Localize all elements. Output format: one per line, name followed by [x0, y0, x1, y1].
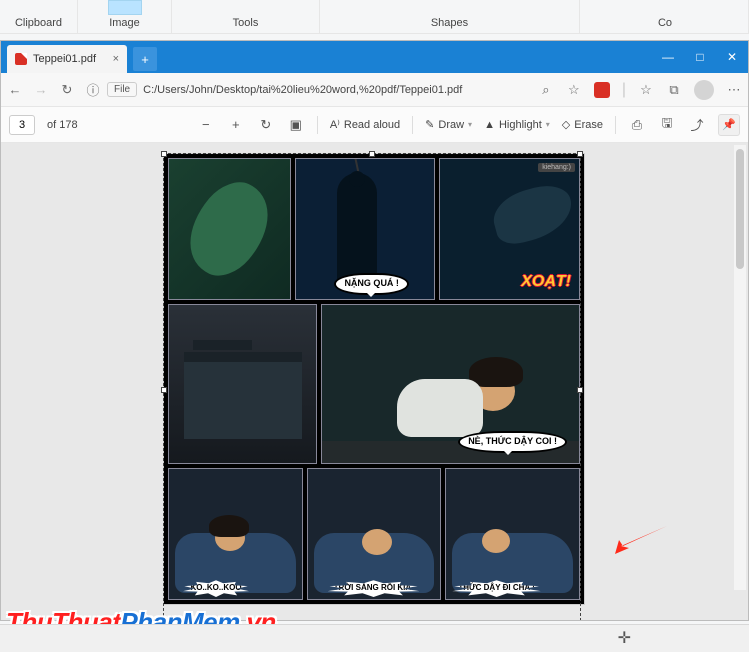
browser-tab[interactable]: Teppei01.pdf × [7, 45, 127, 73]
paint-canvas[interactable]: Teppei01.pdf × + — □ ✕ ← → ↻ ⓘ File C:/U… [0, 34, 749, 652]
tab-close-icon[interactable]: × [105, 53, 119, 65]
find-icon[interactable]: ⌕ [538, 82, 554, 98]
comic-panel: THỨC DẬY ĐI CHA ! [445, 468, 580, 600]
maximize-button[interactable]: □ [684, 41, 716, 73]
comic-content: NẶNG QUÁ ! kiehang:) XOẠT! [164, 154, 584, 604]
forward-button: → [33, 82, 49, 98]
address-bar: ← → ↻ ⓘ File C:/Users/John/Desktop/tai%2… [1, 73, 748, 107]
comic-panel [168, 304, 317, 464]
comic-panel: KO..KO..KOO [168, 468, 303, 600]
save-button[interactable]: 🖫 [658, 116, 676, 134]
print-button[interactable]: ⎙ [628, 116, 646, 134]
tab-title: Teppei01.pdf [33, 53, 96, 65]
close-button[interactable]: ✕ [716, 41, 748, 73]
ribbon-group-clipboard[interactable]: Clipboard [0, 0, 78, 33]
ribbon-group-right: Co [580, 0, 749, 33]
image-thumb-selected [108, 0, 142, 15]
pdf-icon [15, 53, 27, 65]
info-icon: ⓘ [85, 82, 101, 98]
reload-button[interactable]: ↻ [59, 82, 75, 98]
comic-panel: NÈ, THỨC DẬY COI ! [321, 304, 580, 464]
back-button[interactable]: ← [7, 82, 23, 98]
annotation-arrow [613, 524, 667, 554]
collections-icon[interactable]: ⧉ [666, 82, 682, 98]
speech-bubble: NẶNG QUÁ ! [334, 273, 409, 295]
ribbon-group-shapes[interactable]: Shapes [320, 0, 580, 33]
zoom-in-button[interactable]: + [227, 116, 245, 134]
comic-panel: kiehang:) XOẠT! [439, 158, 580, 300]
ribbon-group-tools[interactable]: Tools [172, 0, 320, 33]
erase-button[interactable]: ◇Erase [562, 118, 603, 131]
file-chip: File [107, 82, 137, 97]
highlight-button[interactable]: ▲Highlight▾ [484, 119, 550, 131]
pin-toolbar-button[interactable]: 📌 [718, 114, 740, 136]
credit-badge: kiehang:) [538, 163, 575, 172]
url-text: C:/Users/John/Desktop/tai%20lieu%20word,… [143, 84, 462, 96]
ribbon-label-image: Image [109, 17, 140, 29]
zoom-out-button[interactable]: − [197, 116, 215, 134]
pdf-page: NẶNG QUÁ ! kiehang:) XOẠT! [163, 153, 585, 605]
adblock-icon[interactable] [594, 82, 610, 98]
draw-button[interactable]: ✎Draw▾ [425, 118, 472, 131]
star-icon[interactable]: ☆ [566, 82, 582, 98]
menu-icon[interactable]: ⋯ [726, 82, 742, 98]
comic-panel: NẶNG QUÁ ! [295, 158, 436, 300]
page-count-label: of 178 [47, 119, 78, 131]
url-field[interactable]: ⓘ File C:/Users/John/Desktop/tai%20lieu%… [85, 82, 462, 98]
ribbon-group-image[interactable]: Image [78, 0, 172, 33]
profile-avatar[interactable] [694, 80, 714, 100]
favorites-icon[interactable]: ☆ [638, 82, 654, 98]
rotate-button[interactable]: ↻ [257, 116, 275, 134]
pdf-toolbar: of 178 − + ↻ ▣ A⁾Read aloud ✎Draw▾ ▲High… [1, 107, 748, 143]
window-controls: — □ ✕ [652, 41, 748, 73]
minimize-button[interactable]: — [652, 41, 684, 73]
paint-ribbon: Clipboard Image Tools Shapes Co [0, 0, 749, 34]
new-tab-button[interactable]: + [133, 47, 157, 71]
saveas-button[interactable]: ⤴ [688, 116, 706, 134]
crosshair-cursor-icon: ✛ [618, 628, 631, 648]
paint-statusbar [0, 624, 749, 652]
read-aloud-button[interactable]: A⁾Read aloud [330, 118, 400, 131]
scrollbar-thumb[interactable] [736, 149, 744, 269]
page-number-input[interactable] [9, 115, 35, 135]
speech-bubble: NÈ, THỨC DẬY COI ! [458, 431, 567, 453]
sfx-text: XOẠT! [521, 273, 571, 291]
edge-titlebar: Teppei01.pdf × + — □ ✕ [1, 41, 748, 73]
comic-panel: TRỜI SÁNG RỒI KÌA. [307, 468, 442, 600]
fit-page-button[interactable]: ▣ [287, 116, 305, 134]
vertical-scrollbar[interactable] [734, 145, 746, 590]
comic-panel [168, 158, 291, 300]
